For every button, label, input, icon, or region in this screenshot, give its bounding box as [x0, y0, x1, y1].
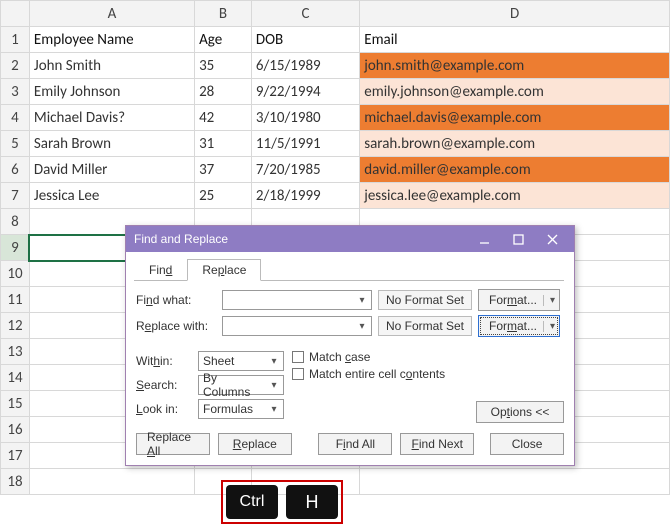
options-button[interactable]: Options << [476, 401, 564, 423]
replace-with-input[interactable]: ▾ [222, 316, 372, 336]
cell-C6[interactable]: 7/20/1985 [251, 157, 359, 183]
chevron-down-icon[interactable]: ▾ [267, 380, 281, 391]
replace-button[interactable]: Replace [218, 433, 292, 455]
cell-B5[interactable]: 31 [195, 131, 252, 157]
row-header-7[interactable]: 7 [1, 183, 30, 209]
row-header-10[interactable]: 10 [1, 261, 30, 287]
replace-format-button[interactable]: Format...▾ [478, 315, 560, 337]
cell-A1[interactable]: Employee Name [29, 27, 194, 53]
row-header-15[interactable]: 15 [1, 391, 30, 417]
row-header-1[interactable]: 1 [1, 27, 30, 53]
cell-B4[interactable]: 42 [195, 105, 252, 131]
cell-D3[interactable]: emily.johnson@example.com [360, 79, 670, 105]
find-what-input[interactable]: ▾ [222, 290, 372, 310]
cell-D1[interactable]: Email [360, 27, 670, 53]
close-button[interactable]: Close [490, 433, 564, 455]
cell-A2[interactable]: John Smith [29, 53, 194, 79]
cell-B1[interactable]: Age [195, 27, 252, 53]
chevron-down-icon[interactable]: ▾ [543, 295, 557, 306]
find-next-button[interactable]: Find Next [400, 433, 474, 455]
cell-A18[interactable] [29, 469, 194, 495]
row-header-6[interactable]: 6 [1, 157, 30, 183]
search-label: Search: [136, 378, 192, 392]
chevron-down-icon[interactable]: ▾ [267, 404, 281, 415]
row-header-12[interactable]: 12 [1, 313, 30, 339]
cell-D6[interactable]: david.miller@example.com [360, 157, 670, 183]
select-all-corner[interactable] [1, 1, 30, 27]
cell-B2[interactable]: 35 [195, 53, 252, 79]
col-header-B[interactable]: B [195, 1, 252, 27]
cell-B3[interactable]: 28 [195, 79, 252, 105]
col-header-C[interactable]: C [251, 1, 359, 27]
match-case-checkbox[interactable]: Match case [292, 350, 445, 364]
dialog-titlebar[interactable]: Find and Replace [126, 226, 574, 252]
close-icon[interactable] [532, 227, 572, 251]
cell-C1[interactable]: DOB [251, 27, 359, 53]
lookin-select[interactable]: Formulas▾ [198, 399, 284, 419]
cell-B6[interactable]: 37 [195, 157, 252, 183]
tab-replace[interactable]: Replace [187, 259, 261, 281]
row-header-18[interactable]: 18 [1, 469, 30, 495]
chevron-down-icon[interactable]: ▾ [543, 321, 557, 332]
col-header-A[interactable]: A [29, 1, 194, 27]
find-replace-dialog: Find and Replace Find Replace Find what:… [125, 225, 575, 466]
within-label: Within: [136, 354, 192, 368]
search-select[interactable]: By Columns▾ [198, 375, 284, 395]
cell-C3[interactable]: 9/22/1994 [251, 79, 359, 105]
within-select[interactable]: Sheet▾ [198, 351, 284, 371]
row-header-5[interactable]: 5 [1, 131, 30, 157]
cell-D4[interactable]: michael.davis@example.com [360, 105, 670, 131]
row-header-3[interactable]: 3 [1, 79, 30, 105]
key-ctrl: Ctrl [226, 485, 278, 519]
row-header-16[interactable]: 16 [1, 417, 30, 443]
cell-A7[interactable]: Jessica Lee [29, 183, 194, 209]
cell-C2[interactable]: 6/15/1989 [251, 53, 359, 79]
row-header-13[interactable]: 13 [1, 339, 30, 365]
replace-format-preview: No Format Set [378, 316, 472, 336]
cell-D5[interactable]: sarah.brown@example.com [360, 131, 670, 157]
row-header-17[interactable]: 17 [1, 443, 30, 469]
lookin-label: Look in: [136, 402, 192, 416]
cell-A4[interactable]: Michael Davis? [29, 105, 194, 131]
replace-with-label: Replace with: [136, 319, 216, 333]
key-h: H [286, 485, 338, 519]
match-entire-checkbox[interactable]: Match entire cell contents [292, 367, 445, 381]
row-header-2[interactable]: 2 [1, 53, 30, 79]
dialog-tabs: Find Replace [134, 258, 564, 281]
cell-A3[interactable]: Emily Johnson [29, 79, 194, 105]
cell-C4[interactable]: 3/10/1980 [251, 105, 359, 131]
find-what-label: Find what: [136, 293, 216, 307]
keyboard-shortcut-hint: Ctrl H [221, 480, 343, 524]
find-format-button[interactable]: Format...▾ [478, 289, 560, 311]
cell-D18[interactable] [360, 469, 670, 495]
col-header-D[interactable]: D [360, 1, 670, 27]
cell-B7[interactable]: 25 [195, 183, 252, 209]
cell-C7[interactable]: 2/18/1999 [251, 183, 359, 209]
dialog-title: Find and Replace [134, 232, 228, 246]
find-format-preview: No Format Set [378, 290, 472, 310]
cell-D2[interactable]: john.smith@example.com [360, 53, 670, 79]
row-header-11[interactable]: 11 [1, 287, 30, 313]
cell-D7[interactable]: jessica.lee@example.com [360, 183, 670, 209]
row-header-14[interactable]: 14 [1, 365, 30, 391]
cell-A6[interactable]: David Miller [29, 157, 194, 183]
row-header-4[interactable]: 4 [1, 105, 30, 131]
tab-find[interactable]: Find [134, 259, 187, 281]
chevron-down-icon[interactable]: ▾ [355, 321, 369, 332]
replace-all-button[interactable]: Replace All [136, 433, 210, 455]
chevron-down-icon[interactable]: ▾ [355, 295, 369, 306]
cell-C5[interactable]: 11/5/1991 [251, 131, 359, 157]
row-header-8[interactable]: 8 [1, 209, 30, 235]
chevron-down-icon[interactable]: ▾ [267, 356, 281, 367]
row-header-9[interactable]: 9 [1, 235, 30, 261]
cell-A5[interactable]: Sarah Brown [29, 131, 194, 157]
find-all-button[interactable]: Find All [318, 433, 392, 455]
